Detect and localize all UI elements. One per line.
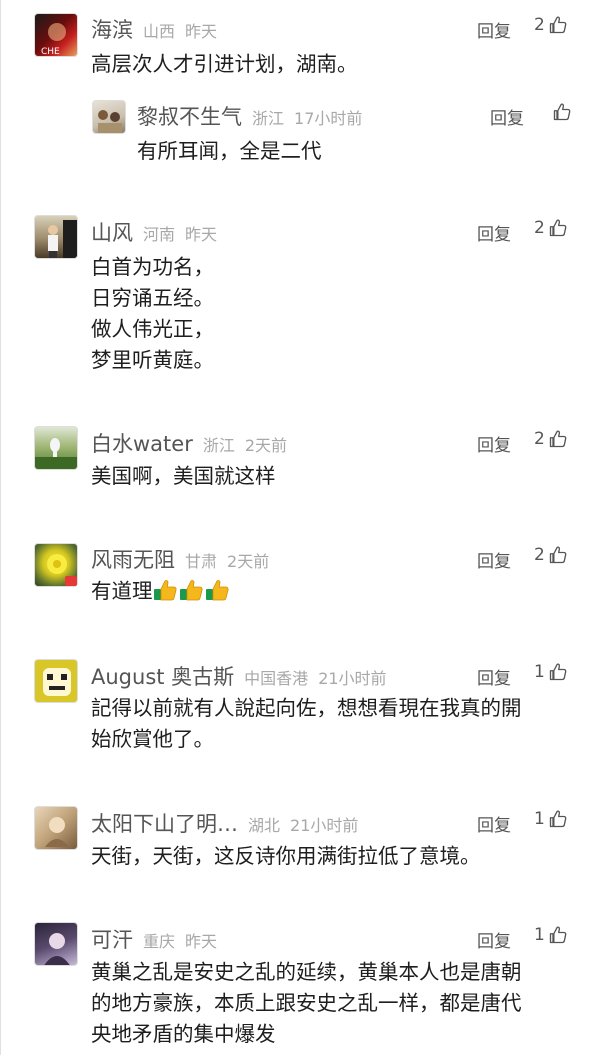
user-name[interactable]: 太阳下山了明… 湖北 21小时前 bbox=[91, 808, 358, 838]
like-count: 2 bbox=[534, 545, 545, 565]
location: 中国香港 bbox=[244, 669, 309, 688]
avatar[interactable] bbox=[34, 806, 78, 850]
flag-icon bbox=[65, 576, 77, 586]
reply-button[interactable]: 回复 bbox=[477, 431, 511, 456]
user-name[interactable]: 风雨无阻 甘肃 2天前 bbox=[91, 544, 269, 574]
timestamp: 2天前 bbox=[227, 552, 270, 571]
like-icon bbox=[548, 662, 568, 682]
like-button[interactable]: 2 bbox=[534, 218, 568, 238]
comment-text: 高层次人才引进计划，湖南。 bbox=[91, 52, 358, 76]
like-icon bbox=[548, 15, 568, 35]
user-name[interactable]: August 奥古斯 中国香港 21小时前 bbox=[91, 661, 387, 691]
reply-button[interactable]: 回复 bbox=[490, 104, 524, 129]
like-button[interactable]: 1 bbox=[534, 925, 568, 945]
like-icon bbox=[548, 545, 568, 565]
location: 湖北 bbox=[248, 816, 281, 835]
reply-button[interactable]: 回复 bbox=[477, 664, 511, 689]
like-count: 2 bbox=[534, 218, 545, 238]
like-count: 1 bbox=[534, 662, 545, 682]
reply-avatar[interactable] bbox=[92, 100, 126, 134]
reply-text: 有所耳闻，全是二代 bbox=[137, 139, 322, 163]
like-icon bbox=[548, 218, 568, 238]
timestamp: 17小时前 bbox=[294, 109, 363, 128]
avatar[interactable] bbox=[34, 215, 78, 259]
location: 河南 bbox=[143, 225, 176, 244]
user-name[interactable]: 白水water 浙江 2天前 bbox=[91, 428, 287, 458]
reply-button[interactable]: 回复 bbox=[477, 927, 511, 952]
user-name[interactable]: 海滨 山西 昨天 bbox=[91, 14, 217, 44]
like-icon bbox=[548, 925, 568, 945]
user-name[interactable]: 可汗 重庆 昨天 bbox=[91, 924, 217, 954]
comment-text: 美国啊，美国就这样 bbox=[91, 464, 276, 488]
reply-button[interactable]: 回复 bbox=[477, 547, 511, 572]
avatar[interactable] bbox=[34, 659, 78, 703]
timestamp: 2天前 bbox=[244, 436, 288, 455]
location: 甘肃 bbox=[185, 552, 218, 571]
like-button[interactable] bbox=[549, 102, 572, 122]
comment-text: 黄巢之乱是安史之乱的延续，黄巢本人也是唐朝 的地方豪族，本质上跟安史之乱一样，都… bbox=[91, 960, 522, 1046]
like-count: 2 bbox=[534, 15, 545, 35]
like-count: 1 bbox=[534, 925, 545, 945]
timestamp: 21小时前 bbox=[318, 669, 387, 688]
reply-button[interactable]: 回复 bbox=[477, 17, 511, 42]
reply-button[interactable]: 回复 bbox=[477, 811, 511, 836]
location: 山西 bbox=[143, 22, 176, 41]
location: 重庆 bbox=[143, 932, 176, 951]
reply-button[interactable]: 回复 bbox=[477, 220, 511, 245]
thumbs-up-emoji-icon bbox=[153, 579, 177, 601]
user-name[interactable]: 山风 河南 昨天 bbox=[91, 217, 217, 247]
like-button[interactable]: 2 bbox=[534, 545, 568, 565]
comment-list: CHE 海滨 山西 昨天 回复 2 高层次人才引进计划，湖南。 黎叔不生气 浙江 17小… bbox=[0, 0, 600, 1055]
comment-text: 有道理 bbox=[91, 576, 581, 607]
timestamp: 昨天 bbox=[185, 225, 218, 244]
like-icon bbox=[552, 102, 572, 122]
reply-user-name[interactable]: 黎叔不生气 浙江 17小时前 bbox=[137, 101, 362, 131]
thumbs-up-emoji-icon bbox=[179, 579, 203, 601]
timestamp: 昨天 bbox=[185, 932, 218, 951]
timestamp: 21小时前 bbox=[290, 816, 359, 835]
like-button[interactable]: 1 bbox=[534, 809, 568, 829]
like-count: 2 bbox=[534, 429, 545, 449]
thumbs-up-emoji-icon bbox=[205, 579, 229, 601]
avatar[interactable] bbox=[34, 426, 78, 470]
like-count: 1 bbox=[534, 809, 545, 829]
location: 浙江 bbox=[202, 436, 235, 455]
avatar[interactable]: CHE bbox=[34, 13, 78, 57]
like-icon bbox=[548, 429, 568, 449]
like-icon bbox=[548, 809, 568, 829]
timestamp: 昨天 bbox=[185, 22, 218, 41]
avatar[interactable] bbox=[34, 922, 78, 966]
comment-text: 白首为功名， 日穷诵五经。 做人伟光正， 梦里听黄庭。 bbox=[91, 255, 214, 372]
like-button[interactable]: 1 bbox=[534, 662, 568, 682]
comment-text: 天街，天街，这反诗你用满街拉低了意境。 bbox=[91, 844, 481, 868]
like-button[interactable]: 2 bbox=[534, 15, 568, 35]
comment-text: 記得以前就有人說起向佐，想想看現在我真的開 始欣賞他了。 bbox=[91, 696, 522, 751]
like-button[interactable]: 2 bbox=[534, 429, 568, 449]
svg-text:CHE: CHE bbox=[41, 47, 60, 57]
location: 浙江 bbox=[252, 109, 285, 128]
